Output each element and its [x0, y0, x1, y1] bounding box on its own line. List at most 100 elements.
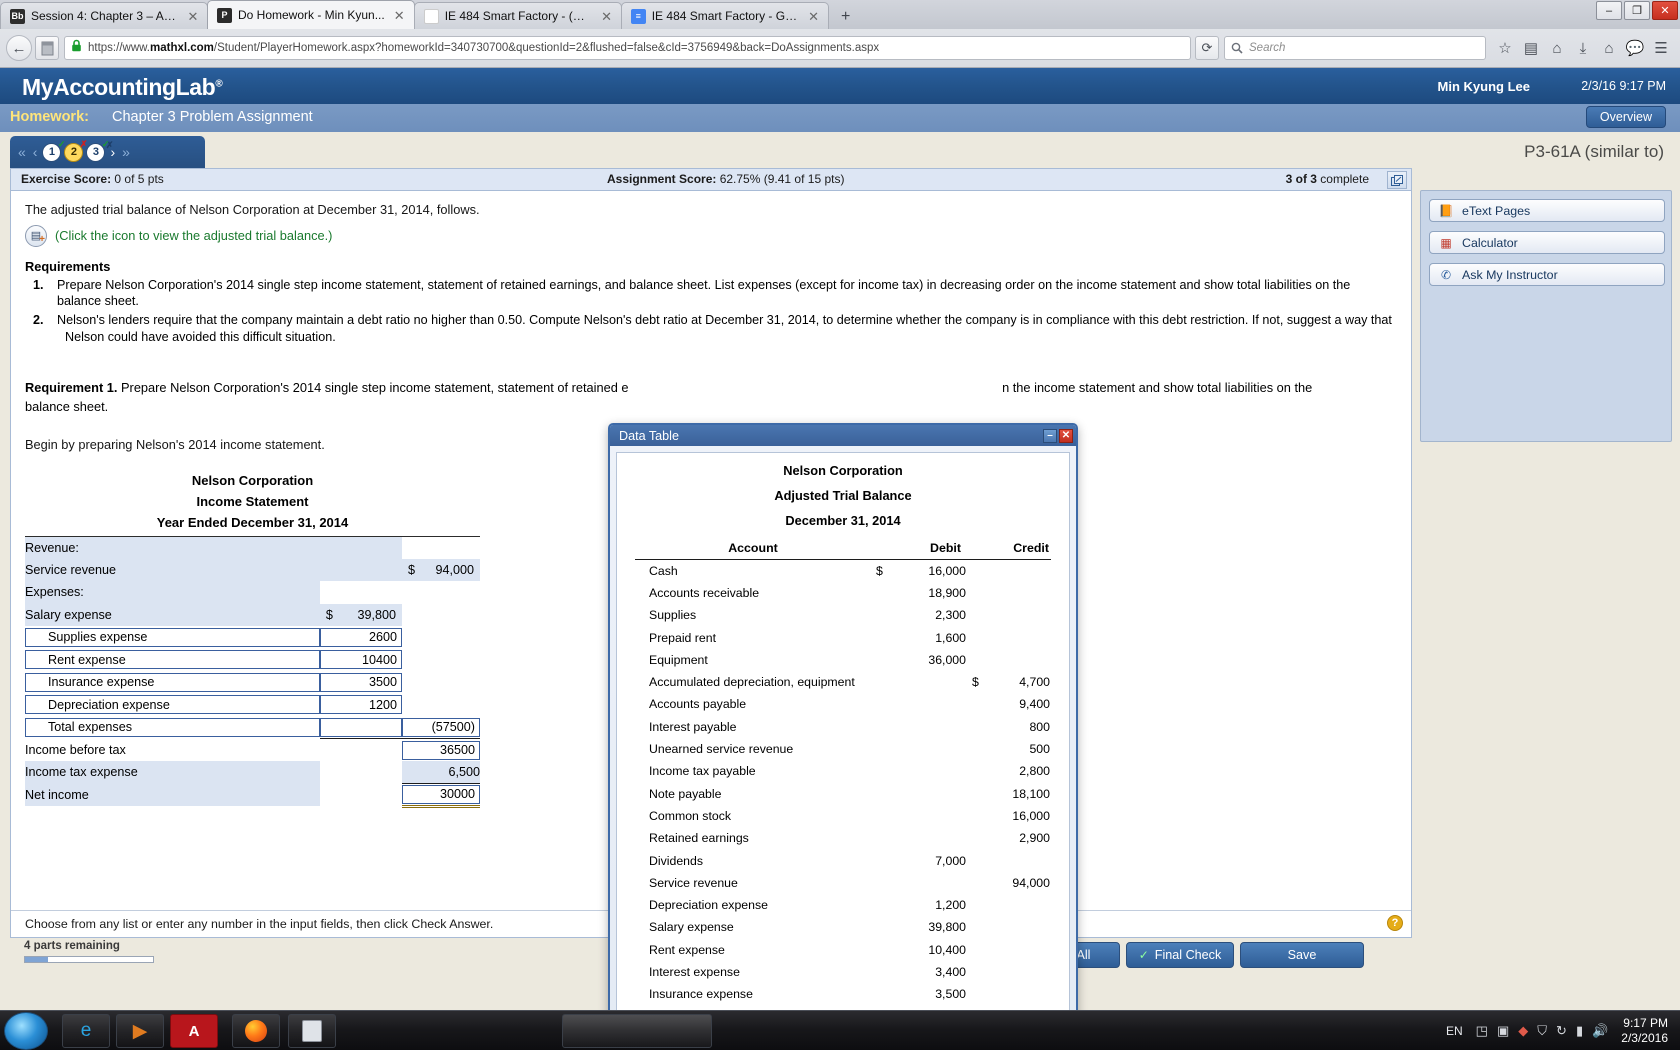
- overview-button[interactable]: Overview: [1585, 106, 1666, 128]
- dialog-titlebar[interactable]: Data Table – ✕: [610, 425, 1076, 446]
- language-indicator[interactable]: EN: [1446, 1024, 1463, 1038]
- dialog-minimize-button[interactable]: –: [1043, 428, 1057, 443]
- sidebar-item-ask-my-instructor[interactable]: ✆ Ask My Instructor: [1429, 263, 1665, 286]
- credit-amount: [967, 916, 1051, 938]
- download-icon[interactable]: ⤓: [1570, 35, 1596, 61]
- reader-icon[interactable]: ▤: [1518, 35, 1544, 61]
- total-expenses-amount-input[interactable]: (57500): [402, 717, 480, 737]
- trial-balance-link-row[interactable]: ▤ + (Click the icon to view the adjusted…: [25, 224, 1397, 247]
- reload-button[interactable]: ⟳: [1195, 36, 1219, 60]
- exercise-score-label: Exercise Score:: [21, 172, 112, 186]
- url-bar[interactable]: https://www.mathxl.com/Student/PlayerHom…: [64, 36, 1191, 60]
- data-table-icon[interactable]: ▤ +: [25, 224, 47, 247]
- net-income-input[interactable]: 30000: [402, 784, 480, 804]
- taskbar-item-internet-explorer[interactable]: e: [62, 1014, 110, 1048]
- expense-label-input-2[interactable]: Rent expense: [25, 650, 320, 670]
- tray-sync-icon[interactable]: ↻: [1556, 1023, 1567, 1039]
- clock[interactable]: 9:17 PM 2/3/2016: [1621, 1016, 1668, 1046]
- data-table-name: Adjusted Trial Balance: [774, 488, 912, 503]
- tray-volume-icon[interactable]: 🔊: [1592, 1023, 1608, 1039]
- browser-tab-2-active[interactable]: P Do Homework - Min Kyun... ✕: [207, 0, 415, 29]
- window-close-button[interactable]: ✕: [1652, 1, 1678, 20]
- expense-amount-input-1[interactable]: 2600: [319, 627, 403, 647]
- debit-amount: 39,800: [871, 916, 967, 938]
- account-name: Common stock: [649, 808, 732, 823]
- save-button[interactable]: Save: [1240, 942, 1364, 968]
- sidebar-item-label: eText Pages: [1462, 203, 1531, 218]
- taskbar: e ▶ A EN ◳ ▣ ◆ ⛉ ↻ ▮ 🔊 9:17 PM 2/3/2016: [0, 1010, 1680, 1050]
- expense-amount-input-2[interactable]: 10400: [319, 650, 403, 670]
- row-col-b: [402, 626, 480, 649]
- maximize-button[interactable]: ❐: [1624, 1, 1650, 20]
- table-row: Income tax expense 6,500: [25, 761, 480, 785]
- taskbar-item-explorer[interactable]: [562, 1014, 712, 1048]
- income-statement-table: Revenue: Service revenue $ 94,000 Expens…: [25, 535, 480, 808]
- account-name: Insurance expense: [649, 987, 753, 1002]
- back-button[interactable]: ←: [6, 35, 32, 61]
- close-icon[interactable]: ✕: [187, 10, 199, 23]
- credit-amount: [967, 604, 1051, 626]
- home-icon[interactable]: ⌂: [1596, 35, 1622, 61]
- sidebar-item-calculator[interactable]: ▦ Calculator: [1429, 231, 1665, 254]
- start-button[interactable]: [4, 1012, 48, 1050]
- close-icon[interactable]: ✕: [807, 10, 819, 23]
- expense-label-input-1[interactable]: Supplies expense: [25, 627, 320, 647]
- dialog-close-button[interactable]: ✕: [1059, 428, 1073, 443]
- total-expenses-label-input[interactable]: Total expenses: [25, 717, 320, 737]
- close-icon[interactable]: ✕: [393, 9, 406, 22]
- trial-balance-link[interactable]: (Click the icon to view the adjusted tri…: [55, 228, 332, 243]
- first-question-button[interactable]: «: [16, 144, 28, 160]
- row-col-a: 2600: [319, 626, 403, 649]
- credit-amount: 800: [967, 716, 1051, 738]
- taskbar-item-firefox[interactable]: [232, 1014, 280, 1048]
- last-question-button[interactable]: »: [120, 144, 132, 160]
- income-statement: Nelson Corporation Income Statement Year…: [25, 473, 480, 808]
- tray-action-icon[interactable]: ▣: [1497, 1023, 1509, 1039]
- row-col-b: (57500): [402, 716, 480, 740]
- tab-label: Session 4: Chapter 3 – ACC...: [31, 9, 179, 23]
- cell-value: 36,000: [928, 652, 966, 667]
- menu-icon[interactable]: ☰: [1648, 35, 1674, 61]
- requirement1-label: Requirement 1.: [25, 379, 118, 395]
- expense-amount-input-4[interactable]: 1200: [319, 695, 403, 715]
- expense-label-input-4[interactable]: Depreciation expense: [25, 695, 320, 715]
- cell-value: 39,800: [928, 920, 966, 935]
- sidebar-item-etext-pages[interactable]: 📙 eText Pages: [1429, 199, 1665, 222]
- minimize-button[interactable]: –: [1596, 1, 1622, 20]
- question-pill-1[interactable]: 1 ✓: [42, 139, 65, 162]
- bookmark-star-icon[interactable]: ☆: [1492, 35, 1518, 61]
- requirement-text: Nelson's lenders require that the compan…: [57, 313, 1392, 328]
- income-before-tax-input[interactable]: 36500: [402, 740, 480, 760]
- new-tab-button[interactable]: +: [836, 9, 856, 25]
- taskbar-item-media-player[interactable]: ▶: [116, 1014, 164, 1048]
- browser-tab-1[interactable]: Bb Session 4: Chapter 3 – ACC... ✕: [0, 2, 208, 29]
- question-pill-3[interactable]: 3 ✓ ✗: [86, 139, 113, 162]
- browser-tab-4[interactable]: ≡ IE 484 Smart Factory - Goo... ✕: [620, 2, 829, 29]
- expense-label-input-3[interactable]: Insurance expense: [25, 672, 320, 692]
- expense-amount-input-3[interactable]: 3500: [319, 672, 403, 692]
- question-pill-2[interactable]: 2 ✗: [64, 139, 87, 162]
- homework-label: Homework:: [10, 109, 89, 125]
- tray-notification-icon[interactable]: ◳: [1476, 1023, 1488, 1039]
- prev-question-button[interactable]: ‹: [31, 144, 40, 160]
- tray-shield-icon[interactable]: ⛉: [1537, 1023, 1547, 1039]
- popout-icon[interactable]: [1387, 171, 1407, 189]
- account-name: Salary expense: [649, 920, 734, 935]
- tray-red-icon[interactable]: ◆: [1518, 1023, 1528, 1039]
- taskbar-item-pdf-reader[interactable]: A: [170, 1014, 218, 1048]
- total-expenses-blank-input[interactable]: [319, 717, 403, 737]
- cell-value: 800: [1029, 719, 1050, 734]
- close-icon[interactable]: ✕: [600, 10, 612, 23]
- pocket-icon[interactable]: ⌂: [1544, 35, 1570, 61]
- tools-sidebar: 📙 eText Pages ▦ Calculator ✆ Ask My Inst…: [1420, 190, 1672, 442]
- search-input[interactable]: Search: [1224, 36, 1486, 60]
- table-row: Total expenses (57500): [25, 716, 480, 740]
- tray-network-icon[interactable]: ▮: [1576, 1023, 1583, 1039]
- dialog-body: Nelson Corporation Adjusted Trial Balanc…: [616, 452, 1070, 1050]
- browser-tab-3[interactable]: M IE 484 Smart Factory - (Sur... ✕: [413, 2, 622, 29]
- help-icon[interactable]: ?: [1387, 915, 1403, 931]
- taskbar-item-calculator[interactable]: [288, 1014, 336, 1048]
- final-check-button[interactable]: ✓ Final Check: [1126, 942, 1234, 968]
- chat-icon[interactable]: 💬: [1622, 35, 1648, 61]
- browser-tabstrip: Bb Session 4: Chapter 3 – ACC... ✕ P Do …: [0, 0, 1680, 29]
